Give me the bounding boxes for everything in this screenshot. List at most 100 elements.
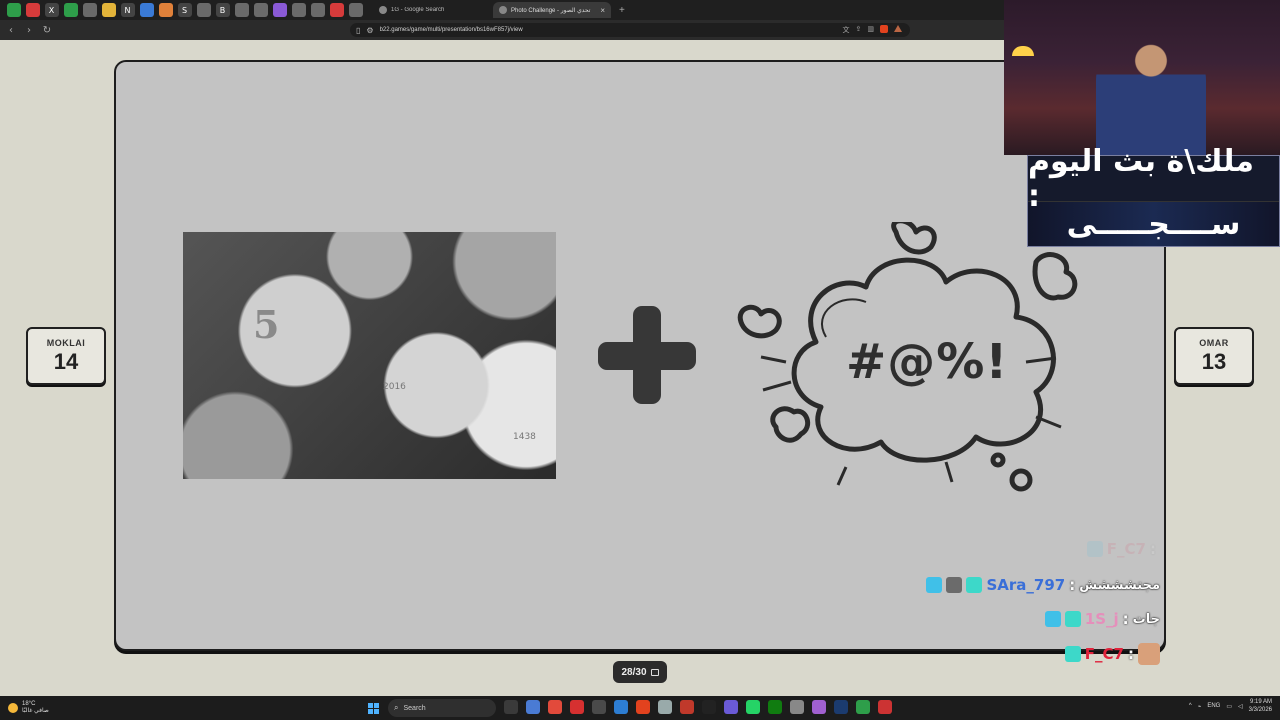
taskbar-app-icon[interactable] [680,700,694,714]
taskbar-app-icon[interactable] [746,700,760,714]
chat-text: جات [1132,611,1160,627]
start-button[interactable] [368,703,379,714]
extensions-icon[interactable]: ▥ [867,25,874,35]
score-card-moklai: MOKLAI 14 [26,327,106,385]
chat-message: مجتشششش : SAra_797 [926,576,1160,594]
tab-title: 1G - Google Search [391,7,445,13]
forward-icon[interactable]: › [22,25,36,36]
taskbar-app-icon[interactable] [724,700,738,714]
weather-widget[interactable]: 18°C صافي غالبًا [8,701,49,715]
translate-icon[interactable]: 文 [843,25,850,35]
taskbar-app-icon[interactable] [658,700,672,714]
game-icon [499,6,507,14]
player-name: MOKLAI [46,338,86,348]
taskbar-app-icon[interactable] [790,700,804,714]
cat-badge-icon [946,577,963,593]
taskbar-app-icon[interactable] [526,700,540,714]
taskbar-app-icon[interactable] [548,700,562,714]
taskbar-app-icon[interactable] [702,700,716,714]
pinned-tab-icon[interactable] [291,3,306,17]
player-score: 14 [53,349,79,374]
banner-title: ملك\ة بث اليوم : [1028,143,1254,214]
player-score: 13 [1201,349,1227,374]
stream-banner: ملك\ة بث اليوم : ســــجـــــى [1027,143,1280,247]
pinned-tab-icon[interactable] [101,3,116,17]
pinned-tab-icon[interactable] [158,3,173,17]
taskbar-apps [504,700,892,714]
pinned-tab-icon[interactable]: X [44,3,59,17]
taskbar-app-icon[interactable] [812,700,826,714]
taskbar-search[interactable]: ⌕ Search [388,699,496,717]
lamp-image [1012,46,1034,56]
taskbar-app-icon[interactable] [592,700,606,714]
language-indicator[interactable]: ENG [1207,703,1220,709]
weather-desc: صافي غالبًا [22,708,49,714]
pinned-tab-icon[interactable]: N [120,3,135,17]
pinned-tab-icon[interactable]: S [177,3,192,17]
tab-google-search[interactable]: 1G - Google Search [373,2,485,18]
brave-shield-icon[interactable] [880,25,888,33]
curse-symbols: #@%! [846,334,1009,390]
taskbar-app-icon[interactable] [856,700,870,714]
coins-photo: 5 2016 1438 [183,232,556,479]
mod-badge-icon [926,577,943,593]
chat-username: 1S_j [1084,610,1119,628]
webcam-feed [1004,0,1280,155]
clock[interactable]: 9:19 AM 3/3/2026 [1249,698,1272,714]
pinned-tab-icon[interactable]: B [215,3,230,17]
back-icon[interactable]: ‹ [4,25,18,36]
search-placeholder: Search [403,704,426,712]
chat-username: F_C7 [1106,540,1146,558]
pinned-tab-icon[interactable] [25,3,40,17]
pinned-tab-icon[interactable] [272,3,287,17]
clock-time: 9:19 AM [1249,699,1272,705]
mod-badge-icon [1086,541,1103,557]
streamer-image [1096,40,1206,155]
coin-hijri-year: 1438 [513,432,536,442]
search-icon: ⌕ [394,703,399,712]
pinned-tab-icon[interactable] [63,3,78,17]
pinned-tab-icon[interactable] [253,3,268,17]
pinned-tab-icon[interactable] [234,3,249,17]
url-text: b22.games/game/multi/presentation/bs16wF… [379,27,523,33]
taskbar-app-icon[interactable] [570,700,584,714]
chat-username: F_C7 [1084,645,1124,663]
taskbar-app-icon[interactable] [614,700,628,714]
taskbar-app-icon[interactable] [768,700,782,714]
chat-separator: : [1122,610,1129,628]
taskbar-app-icon[interactable] [878,700,892,714]
tab-photo-challenge[interactable]: Photo Challenge - تحدي الصور × [493,2,611,18]
emote-image [1138,643,1160,665]
pinned-tab-icon[interactable] [6,3,21,17]
chat-separator: : [1128,645,1134,663]
slide-counter-text: 28/30 [621,666,647,678]
pinned-tab-icon[interactable] [82,3,97,17]
weather-sun-icon [8,703,18,713]
taskbar-app-icon[interactable] [636,700,650,714]
taskbar-app-icon[interactable] [504,700,518,714]
chat-message: : F_C7 [1064,643,1160,665]
pinned-tab-icon[interactable] [196,3,211,17]
share-icon[interactable]: ⇪ [856,25,862,35]
pinned-tab-icon[interactable] [139,3,154,17]
pinned-tab-icon[interactable] [329,3,344,17]
pinned-tab-icon[interactable] [310,3,325,17]
rewards-icon[interactable] [894,25,902,32]
bookmark-icon[interactable]: ▯ [356,26,360,35]
close-tab-icon[interactable]: × [600,6,605,15]
google-icon [379,6,387,14]
volume-icon[interactable]: ◁ [1238,703,1243,710]
network-icon[interactable]: ▭ [1226,703,1232,710]
new-tab-button[interactable]: + [619,5,625,16]
clock-date: 3/3/2026 [1248,707,1272,713]
address-bar[interactable]: ▯ ⚙ b22.games/game/multi/presentation/bs… [350,23,910,37]
site-info-icon[interactable]: ⚙ [366,26,373,35]
chevron-up-icon[interactable]: ^ [1189,703,1192,709]
taskbar-app-icon[interactable] [834,700,848,714]
reload-icon[interactable]: ↻ [40,25,54,36]
usb-icon[interactable]: ⌁ [1198,703,1202,710]
windows-taskbar: 18°C صافي غالبًا ⌕ Search ^ ⌁ ENG ▭ ◁ 9:… [0,696,1280,720]
pinned-tab-icon[interactable] [348,3,363,17]
coin-numeral: 5 [253,302,280,347]
mod-badge-icon [1044,611,1061,627]
